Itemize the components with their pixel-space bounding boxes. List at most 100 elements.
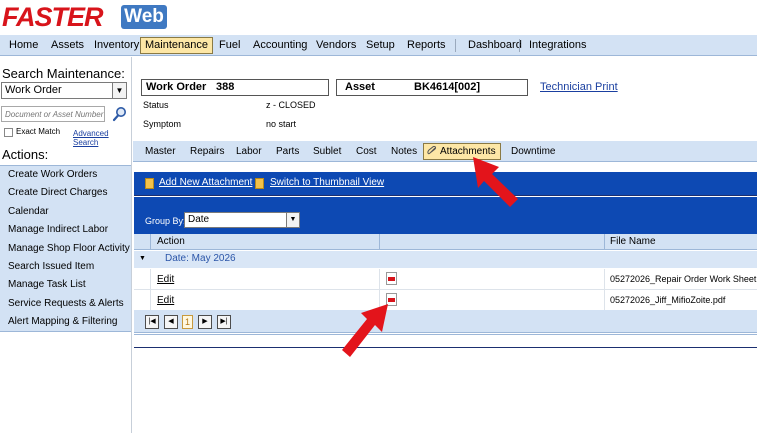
group-row-label: Date: May 2026 — [165, 253, 236, 264]
edit-link[interactable]: Edit — [157, 295, 174, 306]
nav-reports[interactable]: Reports — [402, 37, 451, 54]
table-row: Edit 05272026_Repair Order Work Sheet. — [134, 269, 757, 290]
tab-labor[interactable]: Labor — [231, 143, 267, 160]
switch-thumbnail-view-link[interactable]: Switch to Thumbnail View — [270, 177, 384, 188]
tab-downtime[interactable]: Downtime — [506, 143, 560, 160]
exact-match-checkbox[interactable] — [4, 128, 13, 137]
column-divider — [604, 234, 605, 250]
thumbnail-view-icon — [255, 178, 264, 189]
pager: |◀ ◀ 1 ▶ ▶| — [134, 310, 757, 333]
work-order-label: Work Order — [146, 81, 207, 93]
status-value: z - CLOSED — [266, 100, 316, 110]
left-panel: Search Maintenance: Work Order ▼ Exact M… — [0, 57, 132, 433]
asset-value: BK4614[002] — [414, 81, 481, 93]
tab-repairs[interactable]: Repairs — [185, 143, 229, 160]
nav-vendors[interactable]: Vendors — [311, 37, 361, 54]
tab-notes[interactable]: Notes — [386, 143, 422, 160]
group-by-area: Group By: Date ▼ — [134, 197, 757, 234]
search-type-select[interactable]: Work Order ▼ — [1, 82, 127, 99]
paperclip-icon — [427, 145, 437, 155]
group-by-value: Date — [188, 214, 210, 225]
chevron-down-icon[interactable]: ▼ — [112, 83, 126, 98]
advanced-search-link[interactable]: Advanced Search — [73, 129, 131, 147]
work-order-value: 388 — [216, 81, 235, 93]
nav-setup[interactable]: Setup — [361, 37, 400, 54]
nav-home[interactable]: Home — [4, 37, 43, 54]
tab-attachments[interactable]: Attachments — [423, 143, 501, 160]
search-title: Search Maintenance: — [2, 66, 125, 81]
tab-parts[interactable]: Parts — [271, 143, 304, 160]
column-divider — [150, 234, 151, 250]
file-name: 05272026_Jiff_MifioZoite.pdf — [610, 295, 726, 305]
search-icon[interactable] — [112, 106, 128, 122]
action-alert-mapping-filtering[interactable]: Alert Mapping & Filtering — [0, 313, 131, 331]
add-new-attachment-link[interactable]: Add New Attachment — [159, 177, 252, 188]
action-search-issued-item[interactable]: Search Issued Item — [0, 258, 131, 276]
nav-separator — [455, 39, 456, 52]
nav-dashboard[interactable]: Dashboard — [463, 37, 527, 54]
tab-attachments-label: Attachments — [440, 146, 496, 157]
collapse-triangle-icon[interactable]: ▼ — [139, 255, 146, 262]
column-divider — [379, 234, 380, 250]
new-document-icon — [145, 178, 154, 189]
faster-logo: FASTER — [2, 2, 104, 32]
symptom-value: no start — [266, 119, 297, 129]
tab-cost[interactable]: Cost — [351, 143, 382, 160]
attachments-panel: Add New Attachment Switch to Thumbnail V… — [134, 172, 757, 354]
table-row: Edit 05272026_Jiff_MifioZoite.pdf — [134, 290, 757, 311]
prev-page-icon[interactable]: ◀ — [164, 315, 178, 329]
action-service-requests-alerts[interactable]: Service Requests & Alerts — [0, 295, 131, 313]
search-input[interactable] — [1, 106, 105, 122]
cell-divider — [379, 269, 380, 290]
current-page[interactable]: 1 — [182, 315, 193, 329]
work-order-box: Work Order 388 — [141, 79, 329, 96]
nav-integrations[interactable]: Integrations — [524, 37, 591, 54]
group-by-select[interactable]: Date ▼ — [184, 212, 300, 228]
main-nav: Home Assets Inventory Maintenance Fuel A… — [0, 35, 757, 56]
web-logo-badge: Web — [121, 5, 167, 29]
asset-box: Asset BK4614[002] — [336, 79, 528, 96]
tab-master[interactable]: Master — [140, 143, 181, 160]
next-page-icon[interactable]: ▶ — [198, 315, 212, 329]
column-file-name[interactable]: File Name — [610, 234, 656, 250]
attachments-toolbar: Add New Attachment Switch to Thumbnail V… — [134, 172, 757, 196]
action-manage-indirect-labor[interactable]: Manage Indirect Labor — [0, 221, 131, 239]
cell-divider — [150, 269, 151, 290]
panel-footer — [134, 334, 757, 348]
grid-header: Action File Name — [134, 234, 757, 250]
status-label: Status — [143, 100, 169, 110]
actions-list: Create Work Orders Create Direct Charges… — [0, 165, 131, 332]
logo-bar: FASTER Web — [0, 0, 757, 35]
symptom-label: Symptom — [143, 119, 182, 129]
nav-fuel[interactable]: Fuel — [214, 37, 245, 54]
cell-divider — [604, 290, 605, 311]
nav-separator — [519, 39, 520, 52]
pdf-file-icon[interactable] — [386, 293, 397, 306]
nav-maintenance[interactable]: Maintenance — [140, 37, 213, 54]
technician-print-link[interactable]: Technician Print — [540, 81, 618, 93]
file-name: 05272026_Repair Order Work Sheet. — [610, 274, 757, 284]
actions-title: Actions: — [2, 147, 49, 162]
action-create-direct-charges[interactable]: Create Direct Charges — [0, 184, 131, 202]
tab-sublet[interactable]: Sublet — [308, 143, 346, 160]
exact-match-label: Exact Match — [16, 127, 61, 136]
action-calendar[interactable]: Calendar — [0, 203, 131, 221]
chevron-down-icon[interactable]: ▼ — [286, 213, 299, 227]
first-page-icon[interactable]: |◀ — [145, 315, 159, 329]
group-by-label: Group By: — [145, 216, 186, 226]
last-page-icon[interactable]: ▶| — [217, 315, 231, 329]
column-action[interactable]: Action — [157, 234, 185, 250]
search-type-value: Work Order — [5, 84, 62, 96]
nav-accounting[interactable]: Accounting — [248, 37, 312, 54]
cell-divider — [379, 290, 380, 311]
work-order-tabs: Master Repairs Labor Parts Sublet Cost N… — [133, 141, 757, 162]
asset-label: Asset — [345, 81, 375, 93]
group-row: ▼ Date: May 2026 — [134, 251, 757, 268]
pdf-file-icon[interactable] — [386, 272, 397, 285]
nav-inventory[interactable]: Inventory — [89, 37, 144, 54]
edit-link[interactable]: Edit — [157, 274, 174, 285]
action-manage-shop-floor-activity[interactable]: Manage Shop Floor Activity — [0, 240, 131, 258]
nav-assets[interactable]: Assets — [46, 37, 89, 54]
action-create-work-orders[interactable]: Create Work Orders — [0, 166, 131, 184]
action-manage-task-list[interactable]: Manage Task List — [0, 276, 131, 294]
